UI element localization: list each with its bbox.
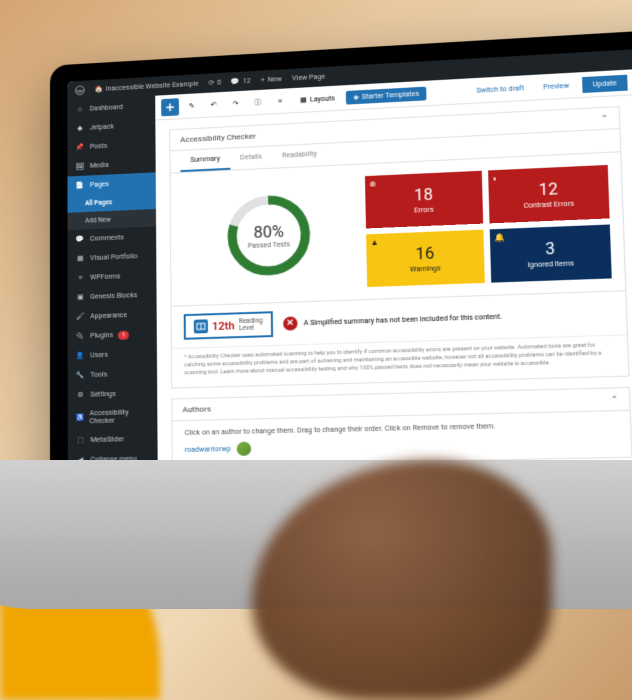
error-circle-icon: ✕ — [283, 316, 298, 330]
layouts-button[interactable]: ▦Layouts — [293, 91, 342, 107]
chevron-up-icon[interactable]: ⌃ — [611, 395, 619, 405]
update-button[interactable]: Update — [582, 74, 628, 92]
plugin-update-badge: 1 — [118, 330, 129, 339]
book-icon — [194, 319, 208, 333]
switch-draft-button[interactable]: Switch to draft — [470, 80, 531, 97]
tab-summary[interactable]: Summary — [180, 148, 230, 172]
tools-icon: 🔧 — [76, 370, 86, 380]
ignored-label: Ignored Items — [499, 258, 602, 270]
plugins-icon: 🔌 — [75, 331, 85, 341]
stat-warnings[interactable]: ▲ 16 Warnings — [366, 230, 485, 287]
grid-icon: ▦ — [300, 96, 307, 104]
comments-count[interactable]: 💬 12 — [231, 77, 251, 86]
authors-panel: Authors ⌃ Click on an author to change t… — [171, 387, 632, 466]
authors-help-text: Click on an author to change them. Drag … — [185, 420, 617, 437]
sidebar-item-a11y-checker[interactable]: ♿Accessibility Checker — [68, 403, 158, 431]
dashboard-icon: ⌂ — [75, 104, 85, 114]
blocks-icon: ▣ — [75, 292, 85, 302]
forms-icon: ≡ — [75, 273, 85, 283]
bell-icon: 🔔 — [494, 233, 505, 242]
contrast-count: 12 — [497, 177, 600, 201]
a11y-panel-title: Accessibility Checker — [180, 132, 256, 145]
slider-icon: ⬚ — [76, 435, 86, 445]
media-icon: 🖼 — [75, 161, 85, 171]
jetpack-icon: ◆ — [75, 123, 85, 133]
details-button[interactable]: ⓘ — [249, 93, 267, 111]
tab-details[interactable]: Details — [230, 146, 272, 169]
warnings-label: Warnings — [375, 263, 476, 275]
avatar-icon — [237, 442, 252, 456]
chevron-up-icon[interactable]: ⌃ — [601, 114, 609, 123]
wp-logo-icon[interactable] — [75, 85, 85, 95]
authors-title: Authors — [182, 405, 210, 415]
edit-button[interactable]: ✎ — [183, 97, 201, 115]
stat-contrast[interactable]: ◐ 12 Contrast Errors — [488, 165, 610, 223]
undo-button[interactable]: ↶ — [205, 95, 223, 113]
stat-errors[interactable]: ⊗ 18 Errors — [365, 171, 483, 229]
add-new[interactable]: + New — [261, 75, 282, 84]
gauge-percentage: 80% — [247, 221, 290, 241]
reading-level-label: ReadingLevel — [239, 317, 263, 332]
sidebar-item-settings[interactable]: ⚙Settings — [68, 383, 158, 405]
a11y-icon: ♿ — [76, 412, 85, 422]
gauge-label: Passed Tests — [248, 240, 291, 250]
template-icon: ◈ — [353, 93, 359, 101]
errors-count: 18 — [373, 183, 474, 206]
a11y-checker-panel: Accessibility Checker ⌃ Summary Details … — [169, 106, 629, 389]
laptop-screen: 🏠 Inaccessible Website Example ⟳ 0 💬 12 … — [67, 41, 632, 529]
view-page-link[interactable]: View Page — [292, 73, 325, 83]
author-chip[interactable]: roadwarriorwp — [185, 445, 231, 454]
pages-icon: 📄 — [75, 180, 85, 190]
updates-count[interactable]: ⟳ 0 — [208, 79, 221, 87]
sidebar-item-tools[interactable]: 🔧Tools — [68, 363, 157, 385]
warning-icon: ▲ — [370, 238, 378, 247]
errors-label: Errors — [374, 204, 475, 216]
pin-icon: 📌 — [75, 142, 85, 152]
contrast-icon: ◐ — [492, 174, 497, 183]
passed-tests-gauge: 80% Passed Tests — [183, 177, 357, 294]
tab-readability[interactable]: Readability — [272, 144, 327, 168]
warnings-count: 16 — [375, 242, 476, 265]
settings-icon: ⚙ — [76, 390, 86, 400]
reading-level-box: 12th ReadingLevel — [184, 311, 273, 340]
site-name[interactable]: 🏠 Inaccessible Website Example — [94, 80, 198, 93]
comments-icon: 💬 — [75, 234, 85, 244]
redo-button[interactable]: ↷ — [227, 94, 245, 112]
stat-ignored[interactable]: 🔔 3 Ignored Items — [490, 224, 612, 282]
contrast-label: Contrast Errors — [497, 199, 600, 211]
appearance-icon: 🖌 — [75, 312, 85, 322]
add-block-button[interactable] — [161, 98, 179, 116]
outline-button[interactable]: ≡ — [271, 92, 289, 110]
sidebar-item-metaslider[interactable]: ⬚MetaSlider — [68, 429, 158, 451]
starter-templates-button[interactable]: ◈Starter Templates — [346, 86, 427, 104]
close-circle-icon: ⊗ — [369, 180, 376, 189]
simplified-summary-warning: A Simplified summary has not been includ… — [304, 313, 502, 327]
portfolio-icon: ▦ — [75, 253, 85, 263]
sidebar-item-plugins[interactable]: 🔌Plugins1 — [68, 324, 157, 346]
reading-level-value: 12th — [212, 319, 235, 333]
laptop-frame: 🏠 Inaccessible Website Example ⟳ 0 💬 12 … — [50, 22, 632, 530]
users-icon: 👤 — [76, 351, 86, 361]
ignored-count: 3 — [499, 237, 603, 260]
preview-button[interactable]: Preview — [537, 78, 576, 94]
sidebar-item-users[interactable]: 👤Users — [68, 344, 157, 366]
